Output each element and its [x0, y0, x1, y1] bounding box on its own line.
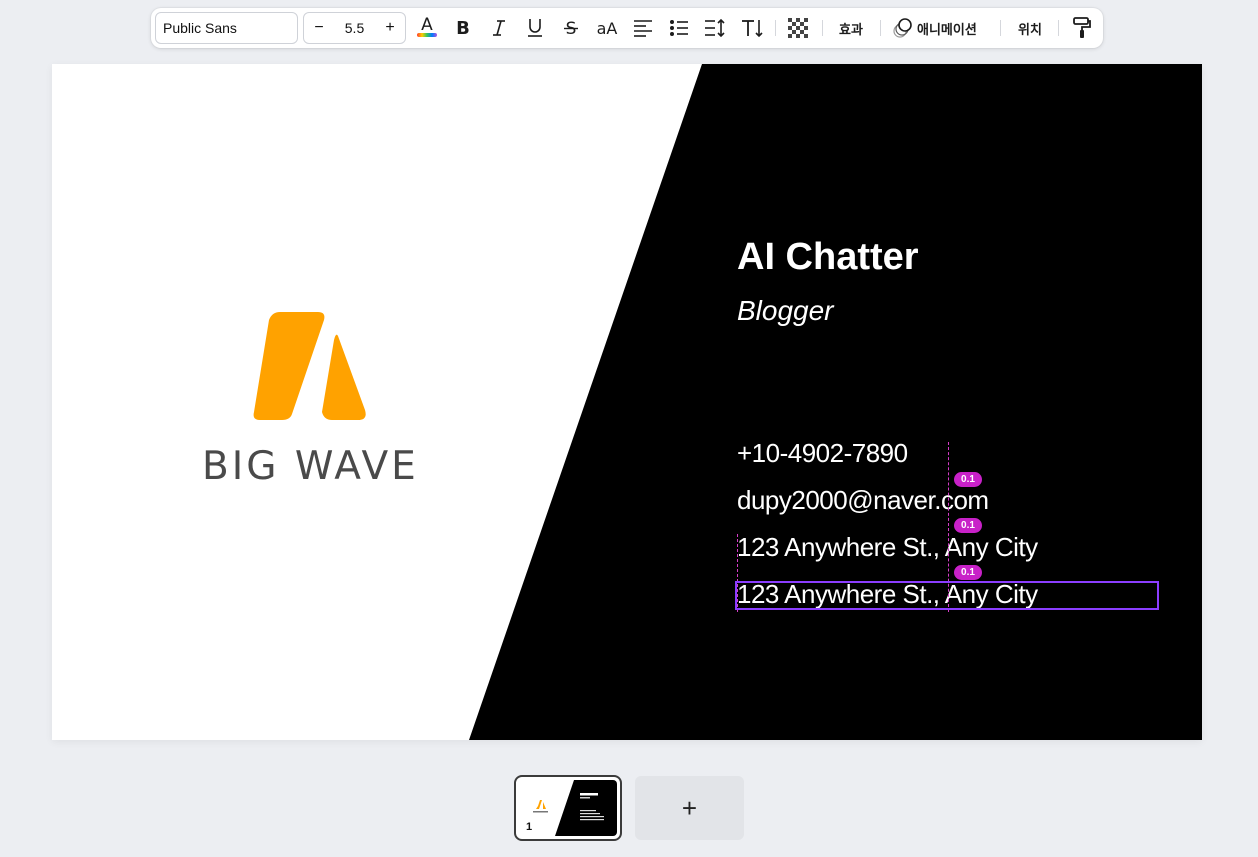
toolbar-divider [822, 20, 823, 36]
spacing-badge: 0.1 [954, 518, 982, 533]
toolbar-divider [775, 20, 776, 36]
add-page-button[interactable]: + [635, 776, 744, 840]
effects-button[interactable]: 효과 [833, 8, 869, 48]
align-left-icon [634, 20, 652, 37]
address-text[interactable]: 123 Anywhere St., Any City [737, 532, 1038, 563]
animate-label: 애니메이션 [917, 22, 977, 38]
text-color-button[interactable]: A [413, 8, 441, 48]
thumbnail-preview [519, 780, 617, 836]
strikethrough-button[interactable]: S [557, 8, 585, 48]
card-background [469, 64, 1202, 740]
font-family-select[interactable]: Public Sans [155, 12, 298, 44]
letter-case-icon: aA [596, 18, 618, 38]
list-icon [670, 20, 688, 36]
toolbar-divider [1000, 20, 1001, 36]
person-role[interactable]: Blogger [737, 295, 834, 327]
spacing-badge: 0.1 [954, 565, 982, 580]
bold-button[interactable]: B [449, 8, 477, 48]
transparency-button[interactable] [785, 8, 811, 48]
text-toolbar: Public Sans − 5.5 + A B S aA 효과 애니메이션 위치 [151, 8, 1103, 48]
paint-roller-icon [1073, 17, 1091, 38]
font-family-value: Public Sans [163, 20, 237, 36]
page-thumbnail[interactable]: 1 [514, 775, 622, 841]
svg-text:B: B [456, 18, 470, 38]
page-number: 1 [526, 821, 533, 833]
spacing-button[interactable] [701, 8, 729, 48]
plus-icon: + [681, 792, 698, 823]
bold-icon: B [456, 18, 470, 38]
design-canvas[interactable]: BIG WAVE AI Chatter Blogger +10-4902-789… [52, 64, 1202, 740]
increase-font-size-button[interactable]: + [375, 13, 405, 43]
list-button[interactable] [665, 8, 693, 48]
phone-text[interactable]: +10-4902-7890 [737, 438, 908, 469]
decrease-font-size-button[interactable]: − [304, 13, 334, 43]
svg-text:A: A [421, 16, 433, 35]
font-size-input[interactable]: 5.5 [334, 13, 375, 43]
strikethrough-icon: S [564, 19, 578, 38]
underline-icon [528, 19, 542, 37]
toolbar-divider [880, 20, 881, 36]
vertical-text-button[interactable] [737, 8, 767, 48]
spacing-badge: 0.1 [954, 472, 982, 487]
thumbnail-preview-image [519, 780, 617, 836]
align-button[interactable] [629, 8, 657, 48]
letter-case-button[interactable]: aA [592, 8, 622, 48]
brand-name[interactable]: BIG WAVE [202, 444, 417, 489]
underline-button[interactable] [521, 8, 549, 48]
toolbar-divider [1058, 20, 1059, 36]
effects-label: 효과 [839, 22, 863, 38]
position-label: 위치 [1018, 22, 1042, 38]
vertical-text-icon [742, 20, 763, 38]
transparency-icon [788, 18, 808, 38]
brand-logo [253, 312, 366, 420]
copy-style-button[interactable] [1069, 8, 1095, 48]
text-color-icon: A [417, 16, 437, 37]
italic-icon [493, 20, 505, 36]
spacing-icon [705, 18, 725, 38]
person-name[interactable]: AI Chatter [737, 236, 919, 279]
animate-button[interactable]: 애니메이션 [892, 8, 988, 48]
position-button[interactable]: 위치 [1011, 8, 1049, 48]
italic-button[interactable] [485, 8, 513, 48]
animate-icon [893, 18, 912, 38]
font-size-stepper: − 5.5 + [303, 12, 406, 44]
selection-box[interactable] [735, 581, 1159, 610]
email-text[interactable]: dupy2000@naver.com [737, 485, 989, 516]
